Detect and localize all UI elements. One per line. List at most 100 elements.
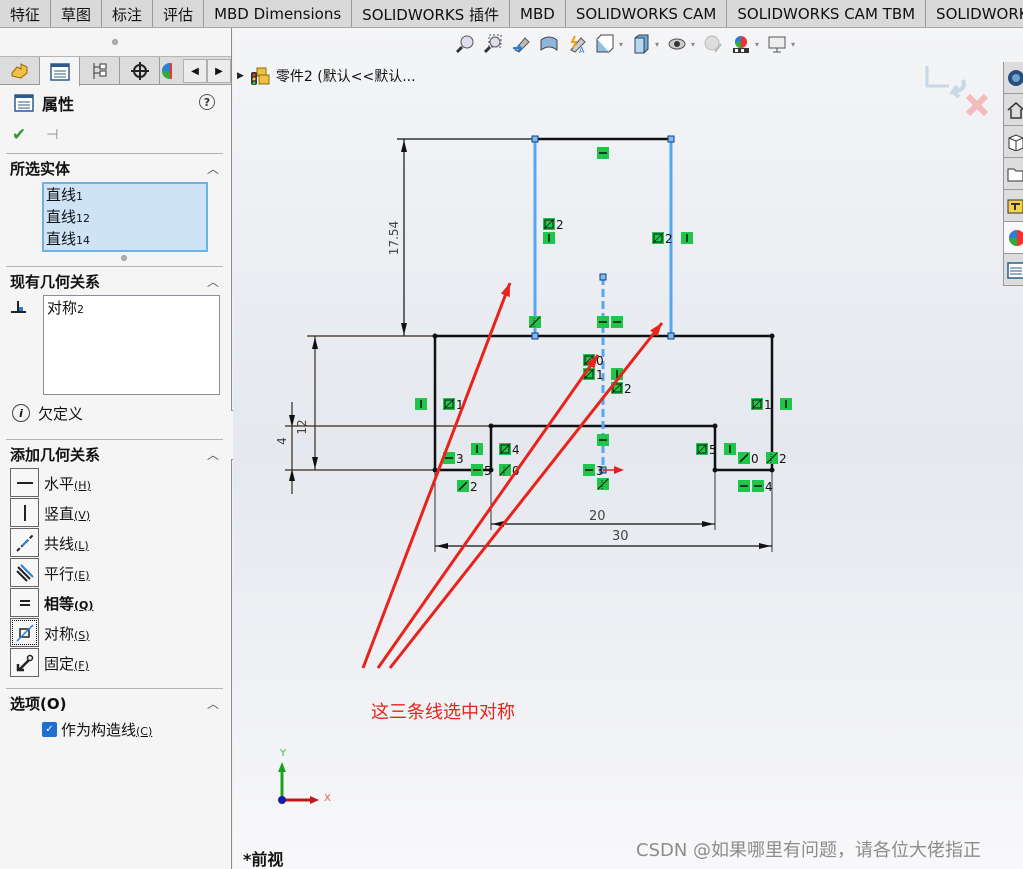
add-relation-label: 平行(E) (44, 564, 90, 583)
options-heading: 选项(O) (10, 694, 67, 713)
construction-option[interactable]: ✓ 作为构造线(C) (6, 717, 223, 741)
relation-badge-count: 1 (596, 368, 604, 382)
command-tab[interactable]: SOLIDWORKS CAM (566, 0, 728, 27)
relation-badge-count: 3 (596, 464, 604, 478)
relation-badge-count: 0 (751, 452, 759, 466)
add-relation-horizontal[interactable]: 水平(H) (10, 468, 223, 498)
crosshair-icon (130, 62, 149, 80)
selected-entity-item[interactable]: 直线14 (46, 229, 204, 251)
relation-badge-count: 5 (709, 443, 717, 457)
command-tab[interactable]: SOLIDWORKS In (926, 0, 1023, 27)
add-relation-parallel[interactable]: 平行(E) (10, 558, 223, 588)
sketch-point[interactable] (432, 333, 438, 339)
command-tab[interactable]: MBD Dimensions (204, 0, 353, 27)
add-relation-vertical[interactable]: 竖直(V) (10, 498, 223, 528)
scroll-right-button[interactable]: ▶ (207, 59, 231, 83)
origin-arrow-icon (614, 466, 624, 474)
construction-checkbox[interactable]: ✓ (42, 721, 57, 737)
selected-entities-list[interactable]: 直线1 直线12 直线14 (42, 182, 208, 252)
selected-entities-heading: 所选实体 (10, 159, 71, 178)
property-manager-title: 属性 (42, 95, 75, 114)
sketch-point[interactable] (712, 423, 718, 429)
pushpin-icon[interactable]: ⊣ (46, 127, 58, 143)
existing-relations-heading: 现有几何关系 (10, 272, 101, 291)
ok-check-icon[interactable]: ✔ (12, 125, 26, 145)
grip-dot (112, 39, 118, 45)
dimension-arrow (312, 337, 318, 349)
help-icon[interactable]: ? (199, 94, 215, 110)
existing-relations-list[interactable]: 对称2 (43, 295, 220, 395)
symmetric-icon[interactable] (10, 618, 39, 647)
add-relation-label: 水平(H) (44, 474, 91, 493)
annotation-arrow-2 (376, 354, 600, 669)
command-manager-tabs: 特征 草图 标注 评估 MBD Dimensions SOLIDWORKS 插件 MBD SO… (0, 0, 1023, 28)
collinear-icon[interactable] (10, 528, 39, 557)
feature-manager-icon (11, 63, 27, 79)
tab-configuration-manager[interactable] (80, 57, 120, 85)
tab-feature-manager[interactable] (0, 57, 40, 85)
command-tab[interactable]: 特征 (0, 0, 52, 27)
property-manager-icon (14, 94, 34, 112)
sketch-endpoint[interactable] (531, 135, 539, 143)
add-relation-label: 竖直(V) (44, 504, 91, 523)
annotation-arrow-3 (388, 322, 664, 669)
sketch-point[interactable] (712, 467, 718, 473)
relation-badge-count: 2 (779, 452, 787, 466)
sketch-endpoint[interactable] (667, 332, 675, 340)
resize-dot[interactable] (121, 255, 127, 261)
relation-badge-count: 2 (665, 232, 673, 246)
sketch-canvas[interactable]: 17.54124203022012114530250324YX (233, 28, 1023, 869)
add-relation-equal[interactable]: 相等(Q) (10, 588, 223, 618)
vertical-icon[interactable] (10, 498, 39, 527)
command-tab[interactable]: MBD (510, 0, 566, 27)
dimension-arrow (759, 543, 771, 549)
sketch-point[interactable] (769, 333, 775, 339)
command-tab[interactable]: SOLIDWORKS 插件 (352, 0, 511, 27)
equal-icon[interactable] (10, 588, 39, 617)
relation-badge-count: 4 (512, 443, 520, 457)
tab-property-manager[interactable] (40, 57, 80, 86)
fix-icon[interactable] (10, 648, 39, 677)
sketch-endpoint[interactable] (667, 135, 675, 143)
tab-dimxpert-manager[interactable] (120, 57, 160, 85)
triad-y-label: Y (279, 748, 287, 759)
sketch-endpoint[interactable] (599, 273, 607, 281)
sketch-point[interactable] (488, 423, 494, 429)
add-relation-symmetric[interactable]: 对称(S) (10, 618, 223, 648)
collapse-chevron-icon[interactable]: ︿ (207, 273, 219, 290)
relation-badge-count: 1 (764, 398, 772, 412)
add-relations-heading: 添加几何关系 (10, 445, 101, 464)
sketch-endpoint[interactable] (531, 332, 539, 340)
panel-grip[interactable] (0, 28, 231, 57)
horizontal-icon[interactable] (10, 468, 39, 497)
collapse-chevron-icon[interactable]: ︿ (207, 695, 219, 712)
add-relation-collinear[interactable]: 共线(L) (10, 528, 223, 558)
collapse-chevron-icon[interactable]: ︿ (207, 446, 219, 463)
annotation-arrow-1-head (500, 283, 510, 297)
selected-entity-item[interactable]: 直线1 (46, 185, 204, 207)
existing-relation-item[interactable]: 对称2 (47, 297, 216, 318)
scroll-left-button[interactable]: ◀ (183, 59, 207, 83)
collapse-chevron-icon[interactable]: ︿ (207, 160, 219, 177)
sketch-point[interactable] (769, 467, 775, 473)
parallel-icon[interactable] (10, 558, 39, 587)
tab-display-manager[interactable] (160, 57, 172, 85)
relation-badge-count: 2 (470, 480, 478, 494)
options-section: 选项(O) ︿ ✓ 作为构造线(C) (6, 688, 223, 741)
command-tab[interactable]: 评估 (153, 0, 205, 27)
sketch-status: 欠定义 (38, 404, 84, 423)
dimension-text-17-54: 17.54 (387, 221, 401, 255)
watermark: CSDN @如果哪里有问题，请各位大佬指正 (636, 840, 982, 861)
dimension-arrow (289, 469, 295, 481)
add-relation-fix[interactable]: 固定(F) (10, 648, 223, 678)
command-tab[interactable]: 标注 (102, 0, 154, 27)
display-manager-icon (162, 63, 172, 79)
command-tab[interactable]: SOLIDWORKS CAM TBM (727, 0, 927, 27)
dimension-arrow (312, 457, 318, 469)
triad-origin (278, 796, 286, 804)
add-relation-label: 固定(F) (44, 654, 89, 673)
command-tab[interactable]: 草图 (51, 0, 103, 27)
selected-entity-item[interactable]: 直线12 (46, 207, 204, 229)
add-relations-section: 添加几何关系 ︿ 水平(H) 竖直(V) 共线(L) 平行(E) 相等(Q) 对称(S) 固… (6, 439, 223, 688)
graphics-area[interactable]: A ▾ ▾ ▾ ▾ ▾ ▶ 零件2 (默认<<默认... 17.54 12 4 20 3… (233, 28, 1023, 869)
